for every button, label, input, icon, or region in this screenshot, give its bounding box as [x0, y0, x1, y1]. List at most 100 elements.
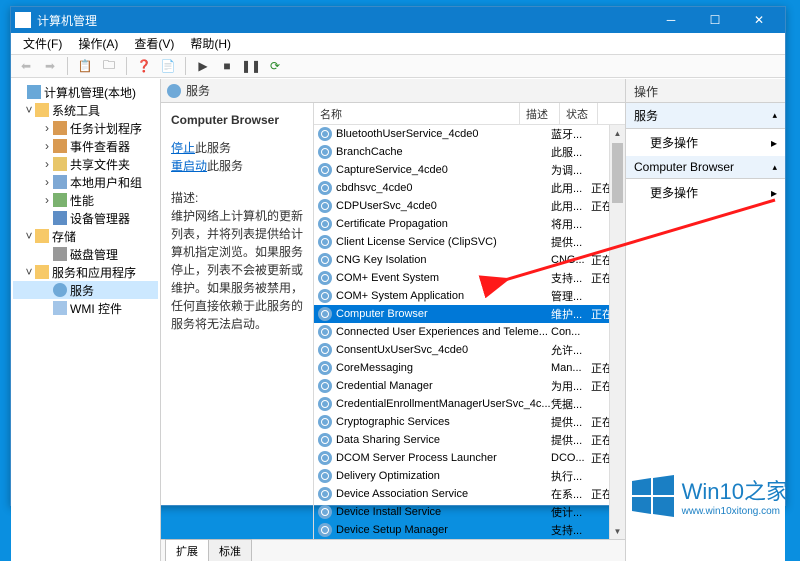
detail-title: Computer Browser	[171, 111, 303, 129]
service-row[interactable]: cbdhsvc_4cde0此用...正在...	[314, 179, 625, 197]
computer-management-window: 计算机管理 ─ ☐ ✕ 文件(F) 操作(A) 查看(V) 帮助(H) ⬅ ➡ …	[10, 6, 786, 506]
service-row[interactable]: ConsentUxUserSvc_4cde0允许...	[314, 341, 625, 359]
forward-button: ➡	[39, 55, 61, 77]
actions-more-2[interactable]: 更多操作▸	[626, 179, 785, 206]
service-row[interactable]: CaptureService_4cde0为调...	[314, 161, 625, 179]
up-button[interactable]: 📋	[74, 55, 96, 77]
actions-section-selected[interactable]: Computer Browser▴	[626, 156, 785, 179]
service-row[interactable]: Cryptographic Services提供...正在...	[314, 413, 625, 431]
restart-service-link[interactable]: 重启动	[171, 159, 207, 173]
tree-disk-mgmt[interactable]: 磁盘管理	[13, 245, 158, 263]
chevron-right-icon: ▸	[771, 136, 777, 150]
tree-system-tools[interactable]: ˅系统工具	[13, 101, 158, 119]
col-status[interactable]: 状态	[560, 103, 598, 124]
maximize-button[interactable]: ☐	[693, 7, 737, 33]
watermark-brand: Win10之家	[682, 474, 788, 506]
service-row[interactable]: CredentialEnrollmentManagerUserSvc_4c...…	[314, 395, 625, 413]
titlebar[interactable]: 计算机管理 ─ ☐ ✕	[11, 7, 785, 33]
stop-button[interactable]: ■	[216, 55, 238, 77]
service-row[interactable]: Delivery Optimization执行...	[314, 467, 625, 485]
list-scrollbar[interactable]: ▲ ▼	[609, 125, 625, 539]
service-desc: 提供...	[551, 414, 591, 430]
service-row[interactable]: Data Sharing Service提供...正在...	[314, 431, 625, 449]
restart-button[interactable]: ⟳	[264, 55, 286, 77]
service-desc: 此用...	[551, 180, 591, 196]
tree-root[interactable]: 计算机管理(本地)	[13, 83, 158, 101]
tree-device-manager[interactable]: 设备管理器	[13, 209, 158, 227]
tree-services-apps[interactable]: ˅服务和应用程序	[13, 263, 158, 281]
scroll-thumb[interactable]	[612, 143, 623, 203]
service-detail-pane: Computer Browser 停止此服务 重启动此服务 描述: 维护网络上计…	[161, 103, 313, 539]
actions-more-1[interactable]: 更多操作▸	[626, 129, 785, 156]
list-body[interactable]: BluetoothUserService_4cde0蓝牙...BranchCac…	[314, 125, 625, 539]
service-desc: 使计...	[551, 504, 591, 520]
menu-action[interactable]: 操作(A)	[70, 32, 126, 55]
watermark: Win10之家 www.win10xitong.com	[632, 474, 788, 517]
service-row[interactable]: COM+ Event System支持...正在...	[314, 269, 625, 287]
service-name: CoreMessaging	[336, 362, 551, 374]
service-row[interactable]: DCOM Server Process LauncherDCO...正在...	[314, 449, 625, 467]
export-button[interactable]: ❓	[133, 55, 155, 77]
tree-storage[interactable]: ˅存储	[13, 227, 158, 245]
scroll-up-icon[interactable]: ▲	[610, 125, 625, 141]
minimize-button[interactable]: ─	[649, 7, 693, 33]
main-header: 服务	[161, 79, 625, 103]
tree-wmi[interactable]: WMI 控件	[13, 299, 158, 317]
gear-icon	[167, 84, 181, 98]
service-row[interactable]: CoreMessagingMan...正在...	[314, 359, 625, 377]
service-row[interactable]: BranchCache此服...	[314, 143, 625, 161]
list-header: 名称 描述 状态	[314, 103, 625, 125]
service-row[interactable]: Device Association Service在系...正在...	[314, 485, 625, 503]
scroll-down-icon[interactable]: ▼	[610, 523, 625, 539]
service-row[interactable]: Device Setup Manager支持...	[314, 521, 625, 539]
service-name: BranchCache	[336, 146, 551, 158]
pause-button[interactable]: ❚❚	[240, 55, 262, 77]
tree-task-scheduler[interactable]: ›任务计划程序	[13, 119, 158, 137]
main-header-title: 服务	[186, 82, 210, 99]
service-row[interactable]: Client License Service (ClipSVC)提供...	[314, 233, 625, 251]
stop-service-link[interactable]: 停止	[171, 141, 195, 155]
tree-services[interactable]: 服务	[13, 281, 158, 299]
menu-help[interactable]: 帮助(H)	[182, 32, 239, 55]
service-icon	[318, 343, 332, 357]
tree-performance[interactable]: ›性能	[13, 191, 158, 209]
service-row[interactable]: Connected User Experiences and Teleme...…	[314, 323, 625, 341]
help-button[interactable]: 📄	[157, 55, 179, 77]
service-desc: 为用...	[551, 378, 591, 394]
close-button[interactable]: ✕	[737, 7, 781, 33]
service-icon	[318, 307, 332, 321]
nav-tree[interactable]: 计算机管理(本地) ˅系统工具 ›任务计划程序 ›事件查看器 ›共享文件夹 ›本…	[11, 79, 161, 561]
play-button[interactable]: ▶	[192, 55, 214, 77]
tab-standard[interactable]: 标准	[208, 539, 252, 561]
service-desc: 凭据...	[551, 396, 591, 412]
service-row[interactable]: BluetoothUserService_4cde0蓝牙...	[314, 125, 625, 143]
collapse-icon: ▴	[772, 110, 777, 121]
service-icon	[318, 523, 332, 537]
service-desc: 提供...	[551, 432, 591, 448]
service-row[interactable]: CDPUserSvc_4cde0此用...正在...	[314, 197, 625, 215]
service-name: COM+ Event System	[336, 272, 551, 284]
service-row[interactable]: Credential Manager为用...正在...	[314, 377, 625, 395]
service-row[interactable]: Device Install Service使计...	[314, 503, 625, 521]
service-icon	[318, 253, 332, 267]
service-icon	[318, 127, 332, 141]
service-row[interactable]: Certificate Propagation将用...	[314, 215, 625, 233]
service-icon	[318, 469, 332, 483]
tab-extended[interactable]: 扩展	[165, 539, 209, 561]
service-desc: CNG...	[551, 254, 591, 266]
col-desc[interactable]: 描述	[520, 103, 560, 124]
tree-event-viewer[interactable]: ›事件查看器	[13, 137, 158, 155]
menu-file[interactable]: 文件(F)	[15, 32, 70, 55]
detail-description: 描述: 维护网络上计算机的更新列表，并将列表提供给计算机指定浏览。如果服务停止，…	[171, 189, 303, 333]
service-row[interactable]: Computer Browser维护...正在...	[314, 305, 625, 323]
service-row[interactable]: COM+ System Application管理...	[314, 287, 625, 305]
service-icon	[318, 199, 332, 213]
service-row[interactable]: CNG Key IsolationCNG...正在...	[314, 251, 625, 269]
collapse-icon: ▴	[772, 162, 777, 173]
col-name[interactable]: 名称	[314, 103, 520, 124]
actions-section-services[interactable]: 服务▴	[626, 103, 785, 129]
tree-shared-folders[interactable]: ›共享文件夹	[13, 155, 158, 173]
refresh-button[interactable]: 🗀	[98, 55, 120, 77]
menu-view[interactable]: 查看(V)	[126, 32, 182, 55]
tree-local-users[interactable]: ›本地用户和组	[13, 173, 158, 191]
